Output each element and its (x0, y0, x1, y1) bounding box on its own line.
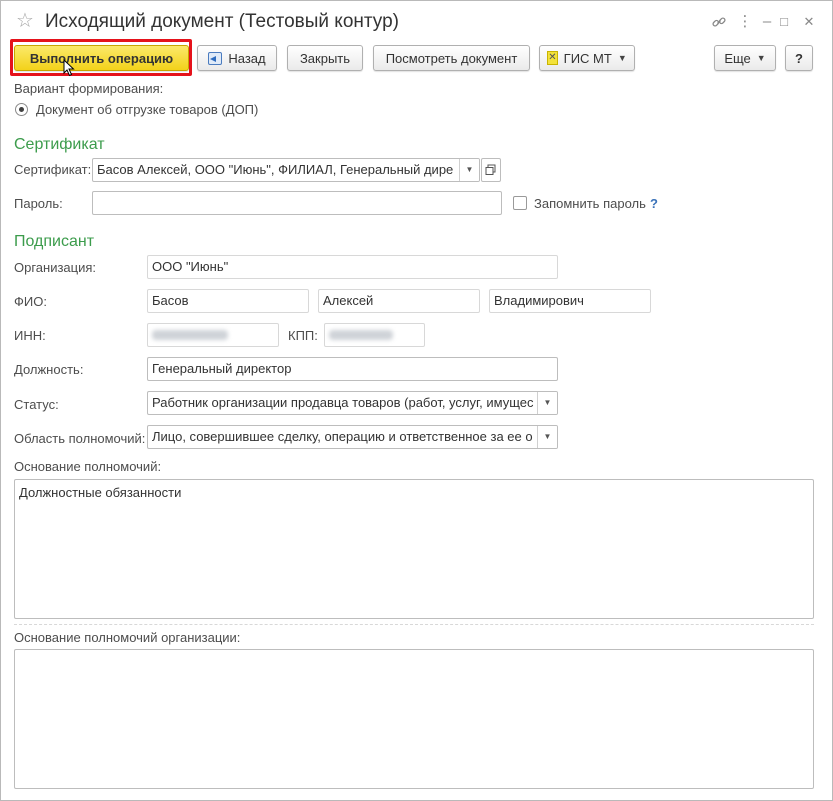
chevron-down-icon: ▼ (617, 53, 627, 63)
certificate-label: Сертификат: (14, 162, 92, 177)
org-authority-basis-textarea[interactable] (14, 649, 814, 789)
close-icon[interactable]: ✕ (798, 11, 820, 33)
favorite-star-icon[interactable]: ☆ (16, 10, 34, 32)
authority-area-value: Лицо, совершившее сделку, операцию и отв… (152, 429, 533, 444)
kpp-value-redacted (329, 330, 393, 340)
status-label: Статус: (14, 397, 59, 412)
certificate-value: Басов Алексей, ООО "Июнь", ФИЛИАЛ, Генер… (97, 162, 454, 177)
back-label: Назад (228, 50, 266, 66)
chevron-down-icon: ▼ (756, 53, 766, 63)
inn-field (147, 323, 279, 347)
more-vertical-icon[interactable]: ⋮ (734, 11, 756, 33)
organization-field: ООО "Июнь" (147, 255, 558, 279)
kpp-label: КПП: (288, 328, 318, 343)
inn-label: ИНН: (14, 328, 46, 343)
middle-name-value: Владимирович (494, 293, 584, 308)
help-button[interactable]: ? (785, 45, 813, 71)
last-name-value: Басов (152, 293, 189, 308)
password-label: Пароль: (14, 196, 63, 211)
remember-password-checkbox[interactable] (513, 196, 527, 210)
open-window-icon (485, 164, 496, 175)
variant-label: Вариант формирования: (14, 81, 164, 96)
middle-name-field: Владимирович (489, 289, 651, 313)
signer-section-heading: Подписант (14, 233, 95, 250)
gis-mt-button[interactable]: ✕ ГИС МТ ▼ (539, 45, 635, 71)
authority-basis-value: Должностные обязанности (19, 485, 182, 500)
variant-option-label: Документ об отгрузке товаров (ДОП) (36, 102, 259, 117)
certificate-select[interactable]: Басов Алексей, ООО "Июнь", ФИЛИАЛ, Генер… (92, 158, 480, 182)
position-label: Должность: (14, 362, 84, 377)
first-name-field: Алексей (318, 289, 480, 313)
authority-basis-textarea[interactable]: Должностные обязанности (14, 479, 814, 619)
gis-mt-icon: ✕ (547, 51, 558, 65)
link-icon[interactable] (708, 11, 730, 33)
last-name-field: Басов (147, 289, 309, 313)
fio-label: ФИО: (14, 294, 47, 309)
chevron-down-icon[interactable]: ▼ (537, 392, 557, 414)
org-authority-basis-label: Основание полномочий организации: (14, 630, 241, 645)
view-document-label: Посмотреть документ (385, 50, 518, 66)
mouse-cursor-icon (63, 58, 75, 80)
organization-value: ООО "Июнь" (152, 259, 229, 274)
chevron-down-icon[interactable]: ▼ (459, 159, 479, 181)
close-label: Закрыть (299, 50, 351, 66)
back-icon (208, 51, 223, 65)
authority-basis-label: Основание полномочий: (14, 459, 162, 474)
certificate-section-heading: Сертификат (14, 136, 105, 153)
kpp-field (324, 323, 425, 347)
remember-password-help-link[interactable]: ? (650, 196, 658, 211)
gis-mt-label: ГИС МТ (563, 50, 612, 66)
chevron-down-icon[interactable]: ▼ (537, 426, 557, 448)
document-window: ☆ Исходящий документ (Тестовый контур) ⋮… (0, 0, 833, 801)
close-button[interactable]: Закрыть (287, 45, 363, 71)
variant-radio[interactable] (15, 103, 28, 116)
password-field[interactable] (92, 191, 502, 215)
position-value: Генеральный директор (152, 361, 292, 376)
view-document-button[interactable]: Посмотреть документ (373, 45, 530, 71)
more-button[interactable]: Еще ▼ (714, 45, 776, 71)
remember-password-label: Запомнить пароль (534, 196, 646, 211)
highlight-frame (10, 39, 192, 76)
organization-label: Организация: (14, 260, 97, 275)
status-value: Работник организации продавца товаров (р… (152, 395, 534, 410)
window-title: Исходящий документ (Тестовый контур) (45, 11, 399, 32)
position-field[interactable]: Генеральный директор (147, 357, 558, 381)
status-select[interactable]: Работник организации продавца товаров (р… (147, 391, 558, 415)
first-name-value: Алексей (323, 293, 374, 308)
inn-value-redacted (152, 330, 228, 340)
authority-area-label: Область полномочий: (14, 431, 146, 446)
section-divider (14, 624, 814, 625)
back-button[interactable]: Назад (197, 45, 277, 71)
password-input[interactable] (97, 192, 497, 214)
authority-area-select[interactable]: Лицо, совершившее сделку, операцию и отв… (147, 425, 558, 449)
maximize-icon[interactable]: □ (773, 11, 795, 33)
help-label: ? (795, 50, 803, 66)
certificate-open-button[interactable] (481, 158, 501, 182)
more-label: Еще (724, 50, 751, 66)
